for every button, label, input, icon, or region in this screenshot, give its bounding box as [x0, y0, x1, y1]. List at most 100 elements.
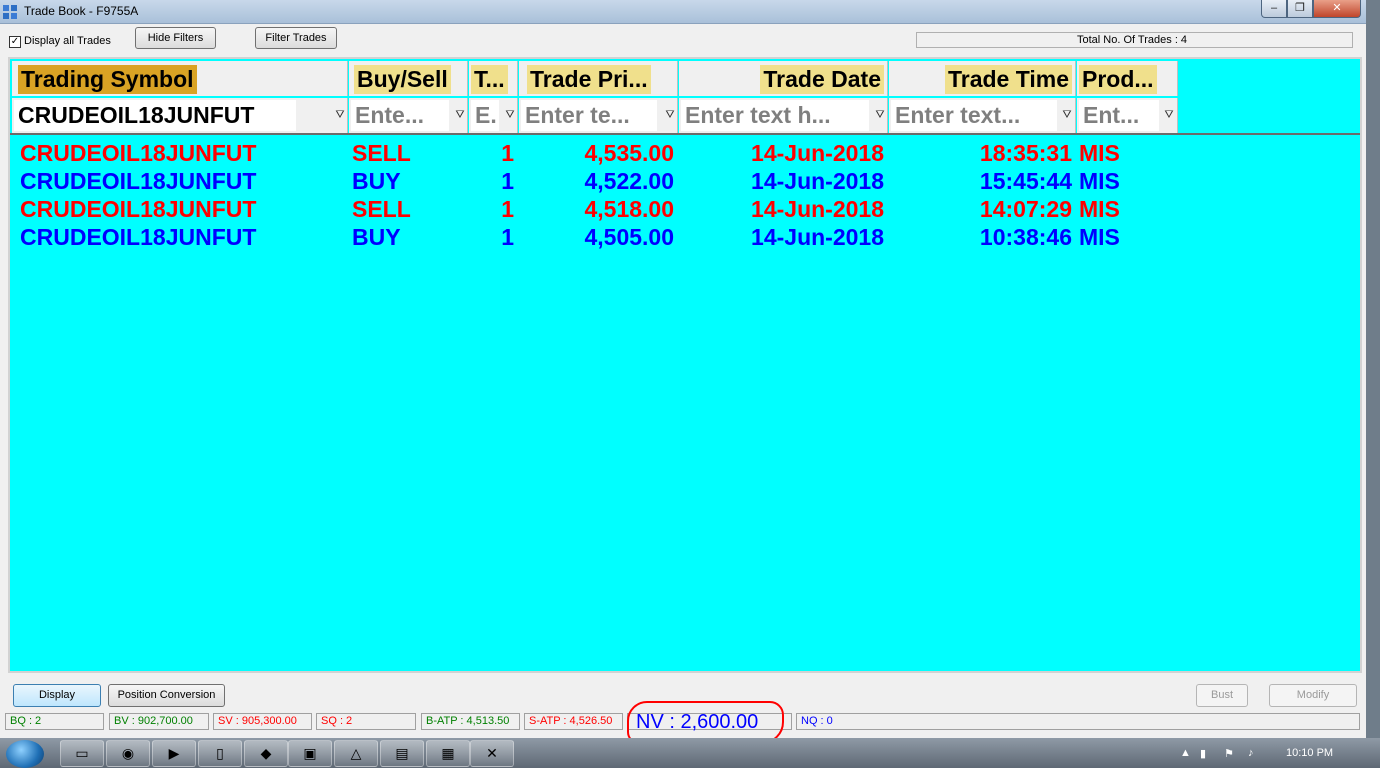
filter-cell-qty: E. ⛛ — [469, 98, 518, 133]
cell-time: 18:35:31 — [979, 140, 1072, 166]
filter-funnel-icon[interactable]: ⛛ — [454, 108, 466, 122]
filter-row: CRUDEOIL18JUNFUT ⛛ Ente... ⛛ E. ⛛ Enter … — [10, 98, 1180, 133]
cell-product: MIS — [1079, 140, 1120, 166]
chrome-icon[interactable]: ◉ — [106, 740, 150, 767]
buy-sell-filter-input[interactable]: Ente... — [351, 100, 449, 131]
cell-qty: 1 — [501, 224, 514, 250]
taskbar: ▭ ◉ ▶ ▯ ◆ ▣ △ ▤ ▦ ✕ ▲ ▮ ⚑ ♪ 10:10 PM — [0, 738, 1380, 768]
volume-icon[interactable]: ♪ — [1248, 747, 1254, 759]
status-sq: SQ : 2 — [316, 713, 416, 730]
network-icon[interactable]: ▮ — [1200, 747, 1206, 760]
header-label: Trade Time — [944, 65, 1072, 94]
minimize-button[interactable]: ‒ — [1261, 0, 1287, 18]
header-label: Trade Pri... — [527, 65, 651, 94]
maximize-button[interactable]: ❐ — [1287, 0, 1313, 18]
status-satp: S-ATP : 4,526.50 — [524, 713, 623, 730]
filter-funnel-icon[interactable]: ⛛ — [664, 108, 676, 122]
trade-grid: Trading Symbol Buy/Sell T... Trade Pri..… — [8, 57, 1362, 673]
cell-price: 4,518.00 — [584, 196, 674, 222]
column-header-trade-qty[interactable]: T... — [469, 61, 518, 96]
filter-cell-symbol: CRUDEOIL18JUNFUT ⛛ — [12, 98, 348, 133]
cell-date: 14-Jun-2018 — [751, 196, 884, 222]
header-label: T... — [471, 65, 508, 94]
folder-app-icon[interactable]: ▤ — [380, 740, 424, 767]
cell-date: 14-Jun-2018 — [751, 140, 884, 166]
column-header-product[interactable]: Prod... — [1077, 61, 1178, 96]
filter-funnel-icon[interactable]: ⛛ — [874, 108, 886, 122]
cell-symbol: CRUDEOIL18JUNFUT — [20, 168, 257, 194]
cell-side: SELL — [352, 140, 411, 166]
status-nq: NQ : 0 — [796, 713, 1360, 730]
header-label: Buy/Sell — [354, 65, 451, 94]
qty-filter-input[interactable]: E. — [471, 100, 499, 131]
status-bv: BV : 902,700.00 — [109, 713, 209, 730]
document-icon[interactable]: ▯ — [198, 740, 242, 767]
cell-price: 4,522.00 — [584, 168, 674, 194]
chart-app-icon[interactable]: △ — [334, 740, 378, 767]
filter-funnel-icon[interactable]: ⛛ — [1163, 108, 1175, 122]
filter-funnel-icon[interactable]: ⛛ — [504, 108, 516, 122]
cell-qty: 1 — [501, 168, 514, 194]
header-label: Prod... — [1079, 65, 1157, 94]
column-header-buy-sell[interactable]: Buy/Sell — [349, 61, 468, 96]
position-conversion-button[interactable]: Position Conversion — [108, 684, 225, 707]
cell-time: 10:38:46 — [979, 224, 1072, 250]
time-filter-input[interactable]: Enter text... — [891, 100, 1057, 131]
cell-side: BUY — [352, 168, 401, 194]
filter-funnel-icon[interactable]: ⛛ — [334, 108, 346, 122]
header-label: Trade Date — [760, 65, 884, 94]
trade-book-window: ✓ Display all Trades Hide Filters Filter… — [0, 24, 1366, 744]
header-label: Trading Symbol — [18, 65, 197, 94]
product-filter-input[interactable]: Ent... — [1079, 100, 1159, 131]
status-bq: BQ : 2 — [5, 713, 104, 730]
filter-cell-date: Enter text h... ⛛ — [679, 98, 888, 133]
start-button[interactable] — [6, 740, 44, 768]
table-row[interactable]: CRUDEOIL18JUNFUT SELL 1 4,535.00 14-Jun-… — [10, 139, 1180, 167]
column-header-trade-date[interactable]: Trade Date — [679, 61, 888, 96]
flag-icon[interactable]: ⚑ — [1224, 747, 1234, 760]
status-sv: SV : 905,300.00 — [213, 713, 312, 730]
symbol-filter-input[interactable]: CRUDEOIL18JUNFUT — [14, 100, 296, 131]
cell-date: 14-Jun-2018 — [751, 224, 884, 250]
cell-side: BUY — [352, 224, 401, 250]
cell-time: 15:45:44 — [979, 168, 1072, 194]
cell-symbol: CRUDEOIL18JUNFUT — [20, 196, 257, 222]
column-header-trade-time[interactable]: Trade Time — [889, 61, 1076, 96]
column-header-trade-price[interactable]: Trade Pri... — [519, 61, 678, 96]
table-row[interactable]: CRUDEOIL18JUNFUT BUY 1 4,522.00 14-Jun-2… — [10, 167, 1180, 195]
trading-app-icon[interactable]: ◆ — [244, 740, 288, 767]
toolbar: ✓ Display all Trades Hide Filters Filter… — [0, 24, 1366, 54]
column-header-trading-symbol[interactable]: Trading Symbol — [12, 61, 348, 96]
excel-icon[interactable]: ✕ — [470, 740, 514, 767]
filter-cell-buy-sell: Ente... ⛛ — [349, 98, 468, 133]
cell-qty: 1 — [501, 196, 514, 222]
window-app-icon[interactable]: ▣ — [288, 740, 332, 767]
display-button[interactable]: Display — [13, 684, 101, 707]
cell-product: MIS — [1079, 196, 1120, 222]
table-row[interactable]: CRUDEOIL18JUNFUT SELL 1 4,518.00 14-Jun-… — [10, 195, 1180, 223]
date-filter-input[interactable]: Enter text h... — [681, 100, 869, 131]
filter-cell-product: Ent... ⛛ — [1077, 98, 1178, 133]
tray-expand-icon[interactable]: ▲ — [1180, 747, 1191, 759]
taskbar-clock[interactable]: 10:10 PM — [1286, 747, 1333, 759]
title-bar: Trade Book - F9755A ‒ ❐ ✕ — [0, 0, 1366, 24]
filter-funnel-icon[interactable]: ⛛ — [1061, 108, 1073, 122]
hide-filters-button[interactable]: Hide Filters — [135, 27, 216, 49]
window-title: Trade Book - F9755A — [24, 4, 139, 18]
explorer-icon[interactable]: ▭ — [60, 740, 104, 767]
bust-button[interactable]: Bust — [1196, 684, 1248, 707]
modify-button[interactable]: Modify — [1269, 684, 1357, 707]
media-player-icon[interactable]: ▶ — [152, 740, 196, 767]
filter-cell-time: Enter text... ⛛ — [889, 98, 1076, 133]
table-row[interactable]: CRUDEOIL18JUNFUT BUY 1 4,505.00 14-Jun-2… — [10, 223, 1180, 251]
cell-symbol: CRUDEOIL18JUNFUT — [20, 224, 257, 250]
cell-time: 14:07:29 — [979, 196, 1072, 222]
cell-product: MIS — [1079, 224, 1120, 250]
display-all-checkbox[interactable]: ✓ — [9, 36, 21, 48]
calculator-icon[interactable]: ▦ — [426, 740, 470, 767]
close-button[interactable]: ✕ — [1313, 0, 1361, 18]
cell-date: 14-Jun-2018 — [751, 168, 884, 194]
filter-trades-button[interactable]: Filter Trades — [255, 27, 337, 49]
total-trades-text: Total No. Of Trades : 4 — [1077, 34, 1188, 46]
price-filter-input[interactable]: Enter te... — [521, 100, 657, 131]
